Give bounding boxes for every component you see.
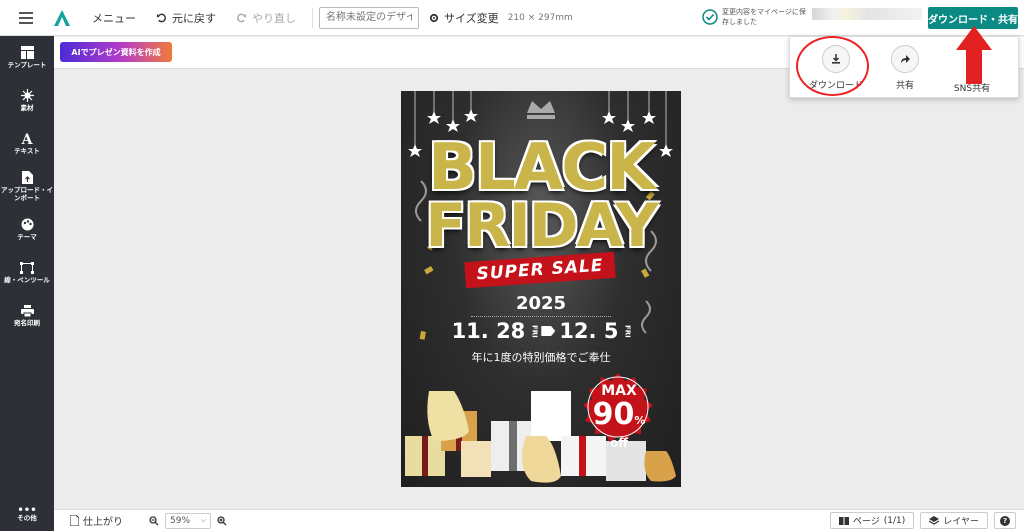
pen-icon [20,261,34,274]
zoom-in-icon [217,515,227,525]
save-status: 変更内容をマイページに保存しました [702,7,812,27]
redo-icon [237,13,247,23]
sidebar-item-text[interactable]: A テキスト [0,122,54,165]
badge-number: 90 [592,397,635,432]
template-icon [20,46,34,59]
left-sidebar: テンプレート 素材 A テキスト アップロード・インポート テーマ 線・ペンツー… [0,36,54,531]
size-dimensions: 210 × 297mm [507,12,573,23]
sidebar-item-elements[interactable]: 素材 [0,79,54,122]
sale-dates[interactable]: 11. 28 FRI 12. 5 FRI [401,319,681,343]
end-day-of-week: FRI [623,324,632,338]
sidebar-item-upload[interactable]: アップロード・インポート [0,165,54,208]
sidebar-item-label: 宛名印刷 [14,318,40,327]
undo-button[interactable]: 元に戻す [146,0,226,36]
sidebar-item-theme[interactable]: テーマ [0,208,54,251]
redo-button[interactable]: やり直し [226,0,306,36]
discount-badge[interactable]: MAX 90% off [577,383,661,449]
zoom-out-button[interactable] [143,515,165,526]
share-option[interactable]: 共有 [875,45,935,91]
ai-presentation-button[interactable]: AIでプレゼン資料を作成 [60,42,172,62]
zoom-value: 59% [170,515,191,526]
share-option-label: 共有 [895,81,914,91]
redo-label: やり直し [252,11,296,25]
toolbar-divider [312,7,313,28]
save-status-text: 変更内容をマイページに保存しました [722,8,806,26]
layers-button[interactable]: レイヤー [920,512,988,529]
document-icon [70,515,79,526]
start-day-of-week: FRI [530,324,539,338]
upload-icon [21,171,33,184]
share-arrow-icon [891,45,919,73]
dotted-divider [471,316,611,317]
gear-icon [429,13,439,22]
sidebar-item-label: 素材 [20,104,34,112]
poster-tagline[interactable]: 年に1度の特別価格でご奉仕 [401,349,681,365]
poster-line-friday[interactable]: FRIDAY [401,191,681,261]
badge-value: 90% [577,399,661,437]
app-logo[interactable] [52,0,82,36]
badge-off: off [610,436,628,450]
menu-button[interactable]: メニュー [82,0,146,36]
hamburger-icon[interactable] [0,0,52,36]
layers-icon [929,515,940,525]
print-icon [20,304,34,317]
design-canvas[interactable]: BLACK FRIDAY SUPER SALE 2025 11. 28 FRI … [401,91,681,487]
layers-label: レイヤー [943,517,979,527]
blurred-account-area [812,8,922,20]
help-icon: ? [1000,515,1010,526]
finish-preview-button[interactable]: 仕上がり [64,513,129,528]
sidebar-item-label: アップロード・インポート [1,186,53,202]
check-circle-icon [702,9,718,25]
pages-label: ページ [852,517,880,527]
poster-year[interactable]: 2025 [401,293,681,314]
undo-icon [156,13,166,23]
pages-button[interactable]: ページ (1/1) [829,512,915,529]
sidebar-item-print[interactable]: 宛名印刷 [0,294,54,337]
help-button[interactable]: ? [994,512,1016,529]
chevron-down-icon: ⌵ [200,516,206,524]
sidebar-item-label: テンプレート [7,61,47,69]
elements-icon [20,89,34,102]
sidebar-item-label: テーマ [17,233,37,241]
menu-label: メニュー [92,11,136,25]
zoom-level-select[interactable]: 59% ⌵ [165,512,211,529]
sidebar-item-template[interactable]: テンプレート [0,36,54,79]
annotation-circle [796,36,869,96]
zoom-in-button[interactable] [211,515,233,526]
pages-count: (1/1) [883,515,906,526]
finish-label: 仕上がり [83,517,123,528]
end-date: 12. 5 [559,319,619,343]
palette-icon [21,218,33,231]
undo-label: 元に戻す [172,11,216,25]
sidebar-item-label: 線・ペンツール [4,275,50,284]
badge-unit: % [634,414,646,427]
zoom-out-icon [149,515,159,525]
design-name-input[interactable] [319,6,419,29]
sidebar-item-more[interactable]: ••• その他 [0,503,54,527]
text-icon: A [21,131,33,148]
annotation-arrow-icon [956,26,992,84]
book-icon [838,516,849,525]
arrow-icon [541,326,556,336]
bottom-toolbar: 仕上がり 59% ⌵ ページ (1/1) レイヤー ? [54,509,1024,531]
bottom-right-controls: ページ (1/1) レイヤー ? [829,512,1016,529]
sidebar-item-label: テキスト [14,146,40,155]
start-date: 11. 28 [451,319,526,343]
sidebar-item-pen-tool[interactable]: 線・ペンツール [0,251,54,294]
resize-label: サイズ変更 [444,11,499,25]
resize-button[interactable]: サイズ変更 210 × 297mm [419,0,583,36]
sidebar-item-label: その他 [17,514,37,522]
